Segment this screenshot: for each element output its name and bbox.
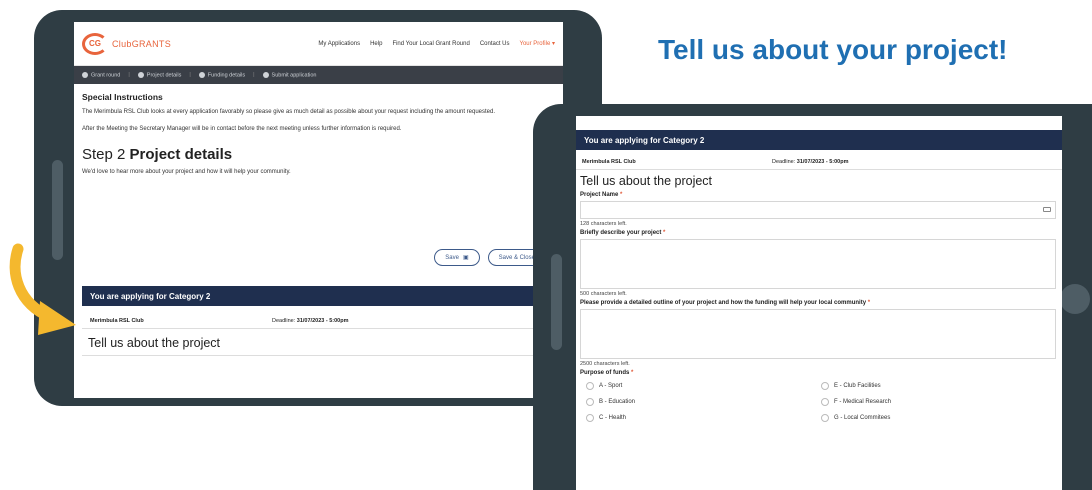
nav-your-profile[interactable]: Your Profile ▾ [520,40,555,47]
step-separator: | [253,72,255,78]
step-icon [262,71,269,78]
progress-steps: Grant round | Project details | Funding … [74,66,563,84]
radio-icon [586,414,594,422]
category-banner: You are applying for Category 2 [82,286,563,306]
curved-arrow-icon [9,243,76,335]
purpose-option-sport[interactable]: A - Sport [586,382,821,390]
right-screen: You are applying for Category 2 Merimbul… [576,116,1062,490]
nav-contact-us[interactable]: Contact Us [480,41,510,47]
project-name-input[interactable] [580,201,1056,219]
main-nav: My Applications Help Find Your Local Gra… [318,40,555,48]
step-project-details[interactable]: Project details [137,71,181,78]
purpose-option-education[interactable]: B - Education [586,398,821,406]
special-instructions-text-1: The Merimbula RSL Club looks at every ap… [82,109,496,115]
radio-icon [821,398,829,406]
nav-find-grant-round[interactable]: Find Your Local Grant Round [392,41,469,47]
step-number: Step 2 [82,146,126,163]
outline-label: Please provide a detailed outline of you… [580,300,871,306]
radio-icon [821,414,829,422]
headline: Tell us about your project! [658,34,1008,65]
step-subtitle: We'd love to hear more about your projec… [82,169,291,175]
describe-label: Briefly describe your project * [580,230,666,236]
step-funding-details[interactable]: Funding details [198,71,245,78]
page-title: Step 2 Project details [82,146,555,163]
club-row: Merimbula RSL Club Deadline: 31/07/2023 … [82,313,563,329]
save-button[interactable]: Save ▣ [434,249,480,266]
step-icon [137,71,144,78]
right-tablet: You are applying for Category 2 Merimbul… [533,104,1092,490]
category-banner: You are applying for Category 2 [576,130,1062,150]
clubgrants-logo[interactable]: CG ClubGRANTS [82,32,172,55]
tablet-home-button [1060,284,1090,314]
club-name: Merimbula RSL Club [582,158,636,165]
describe-counter: 500 characters left. [580,291,627,297]
purpose-option-medical-research[interactable]: F - Medical Research [821,398,1056,406]
special-instructions-text-2: After the Meeting the Secretary Manager … [82,126,402,132]
purpose-option-health[interactable]: C - Health [586,414,821,422]
project-name-counter: 128 characters left. [580,221,627,227]
logo-text: ClubGRANTS [112,38,172,49]
keyboard-icon [1043,207,1051,212]
section-title: Tell us about the project [580,174,713,188]
project-form: Tell us about the project Project Name *… [580,174,1056,422]
purpose-option-club-facilities[interactable]: E - Club Facilities [821,382,1056,390]
step-icon [82,71,88,78]
purpose-label: Purpose of funds * [580,370,634,376]
step-grant-round[interactable]: Grant round [82,71,120,78]
special-instructions-title: Special Instructions [82,92,163,102]
left-screen: CG ClubGRANTS My Applications Help Find … [74,22,563,398]
step-separator: | [189,72,191,78]
purpose-options: A - Sport E - Club Facilities B - Educat… [580,382,1056,422]
section-title: Tell us about the project [88,336,221,350]
step-icon [198,71,205,78]
top-navbar: CG ClubGRANTS My Applications Help Find … [74,22,563,66]
outline-textarea[interactable] [580,309,1056,359]
nav-my-applications[interactable]: My Applications [318,41,360,47]
radio-icon [586,398,594,406]
nav-help[interactable]: Help [370,41,382,47]
project-name-label: Project Name * [580,192,623,198]
logo-mark-icon: CG [82,32,108,55]
left-tablet: CG ClubGRANTS My Applications Help Find … [34,10,602,406]
step-separator: | [128,72,130,78]
save-icon: ▣ [462,255,469,261]
page-content: Special Instructions The Merimbula RSL C… [74,84,563,183]
radio-icon [586,382,594,390]
club-name: Merimbula RSL Club [90,317,144,324]
radio-icon [821,382,829,390]
deadline: Deadline: 31/07/2023 - 5:00pm [272,317,349,324]
deadline: Deadline: 31/07/2023 - 5:00pm [772,158,849,165]
club-row: Merimbula RSL Club Deadline: 31/07/2023 … [576,154,1062,170]
purpose-option-local-commitees[interactable]: G - Local Commitees [821,414,1056,422]
tablet-side-button [551,254,562,350]
divider [82,355,563,356]
step-name: Project details [129,146,233,163]
outline-counter: 2500 characters left. [580,361,630,367]
step-submit-application[interactable]: Submit application [262,71,316,78]
describe-textarea[interactable] [580,239,1056,289]
